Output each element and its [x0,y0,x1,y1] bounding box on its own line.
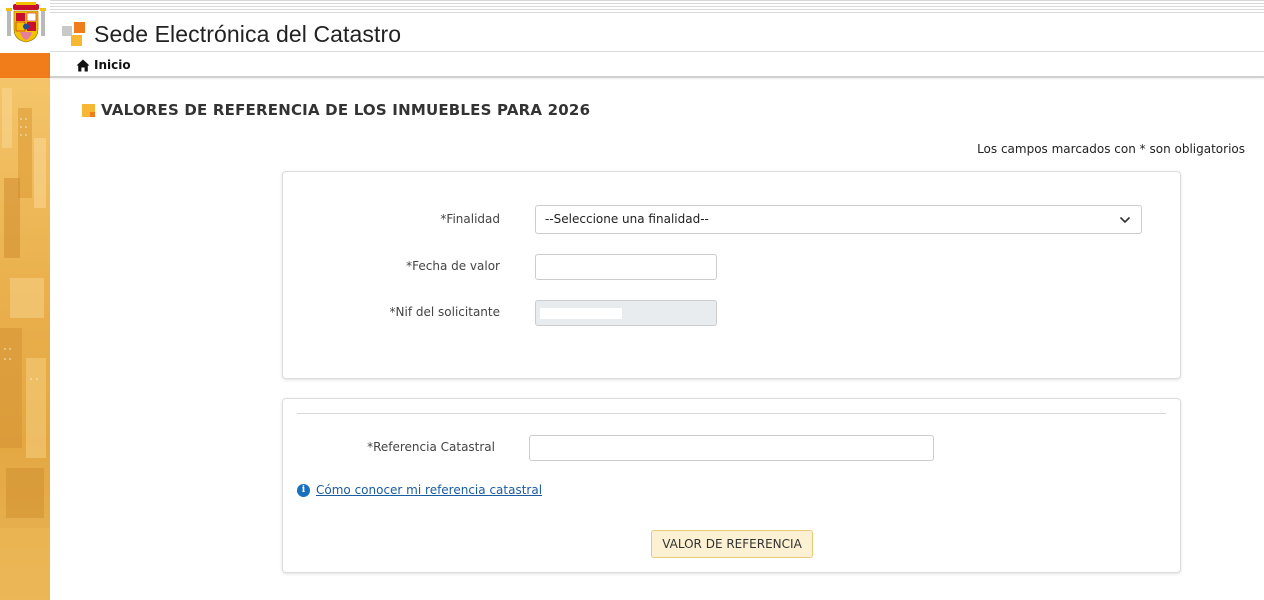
valor-referencia-button[interactable]: VALOR DE REFERENCIA [651,530,813,558]
nav-home-link[interactable]: Inicio [76,58,131,72]
nif-label: *Nif del solicitante [389,305,500,319]
nif-masked-value [540,308,622,319]
request-data-panel: *Finalidad --Seleccione una finalidad-- … [282,171,1181,379]
header-decorative-lines [50,0,1264,14]
fecha-valor-input[interactable] [535,254,717,280]
nav-home-label: Inicio [94,58,131,72]
finalidad-selected-value: --Seleccione una finalidad-- [545,212,709,226]
title-square-icon [82,103,95,117]
cadastral-reference-panel: *Referencia Catastral i Cómo conocer mi … [282,398,1181,573]
site-title: Sede Electrónica del Catastro [94,21,402,47]
finalidad-select[interactable]: --Seleccione una finalidad-- [535,205,1142,234]
page-title-row: VALORES DE REFERENCIA DE LOS INMUEBLES P… [82,101,590,119]
page-title: VALORES DE REFERENCIA DE LOS INMUEBLES P… [101,101,591,119]
help-link[interactable]: Cómo conocer mi referencia catastral [316,483,542,497]
nif-input[interactable] [535,300,717,326]
breadcrumb-nav: Inicio [50,53,1264,78]
site-header: Sede Electrónica del Catastro [50,14,1264,52]
finalidad-label: *Finalidad [440,212,500,226]
city-background-image [0,78,50,600]
coat-of-arms-icon [6,2,46,43]
referencia-catastral-input[interactable] [529,435,934,461]
orange-accent-block [0,53,50,78]
chevron-down-icon [1119,216,1131,224]
fecha-valor-label: *Fecha de valor [406,259,500,273]
required-fields-note: Los campos marcados con * son obligatori… [977,142,1245,156]
info-icon: i [297,483,310,497]
panel-divider [297,413,1166,414]
left-decorative-strip [0,0,50,600]
help-row: i Cómo conocer mi referencia catastral [297,483,542,497]
catastro-logo-icon [62,22,85,46]
home-icon [76,59,90,71]
referencia-label: *Referencia Catastral [367,440,495,454]
